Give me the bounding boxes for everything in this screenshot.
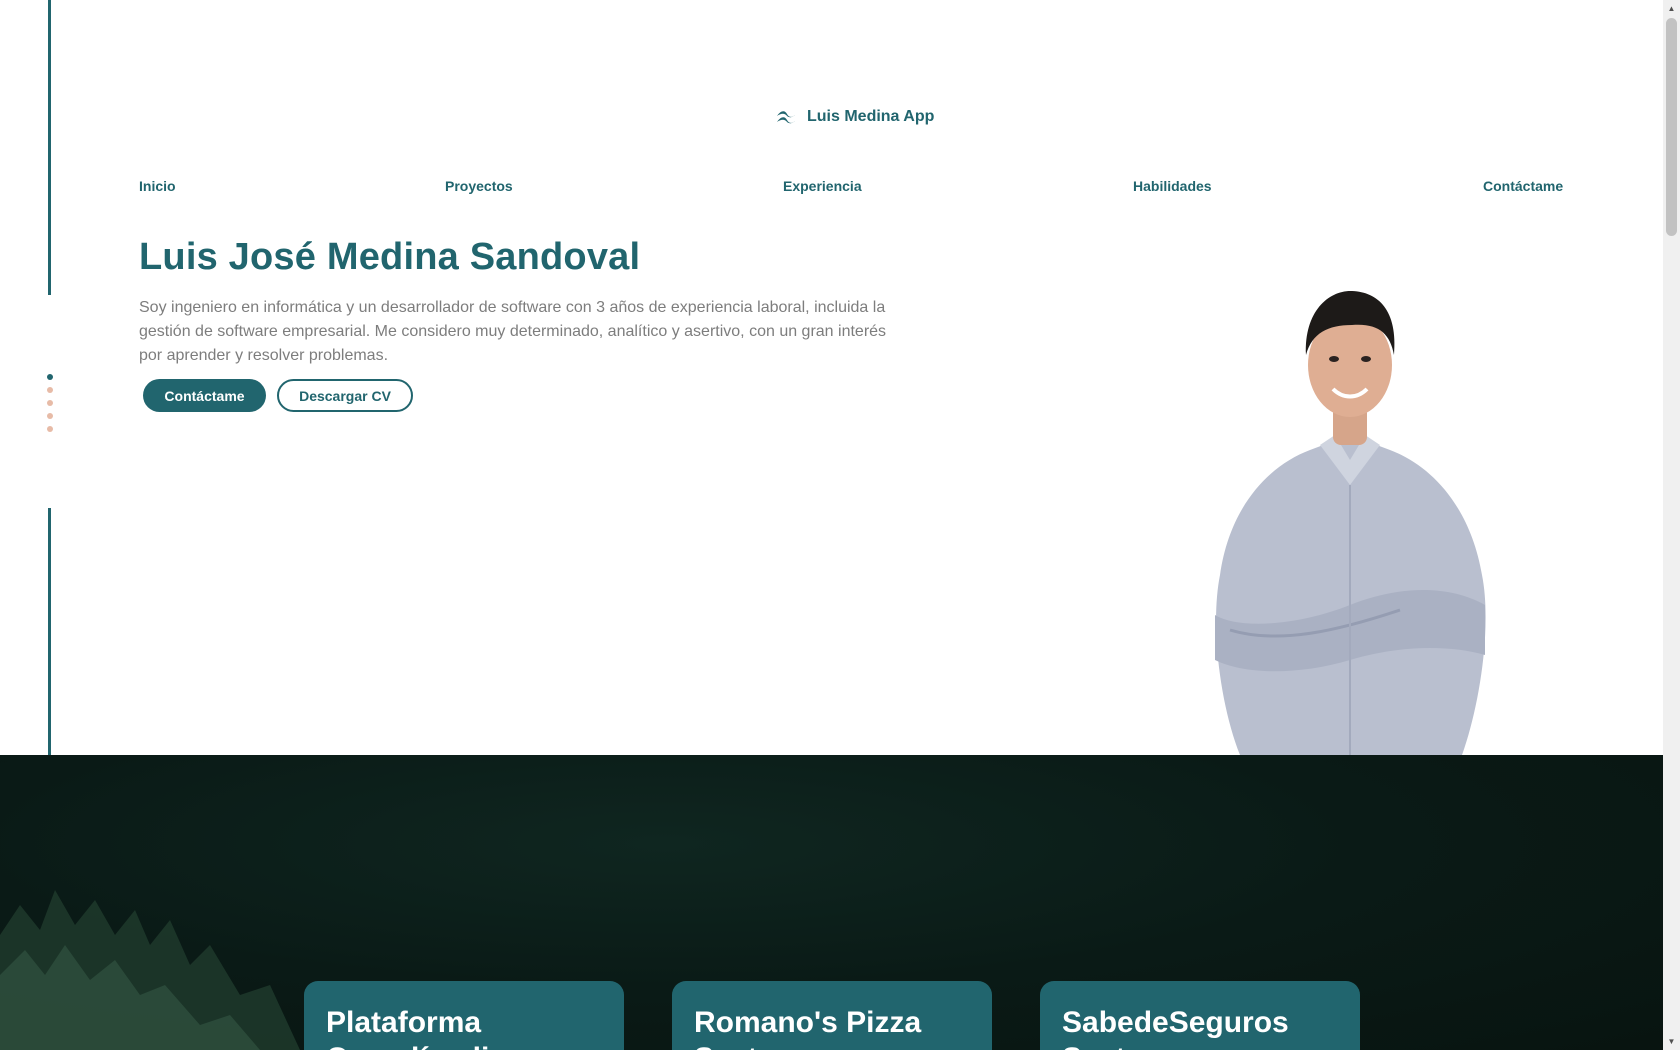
hero-title: Luis José Medina Sandoval <box>139 236 641 278</box>
section-dot[interactable] <box>47 387 53 393</box>
project-card-title: Romano's Pizza System <box>694 1006 922 1050</box>
section-dot[interactable] <box>47 426 53 432</box>
project-card-title: Plataforma Complíandia <box>326 1006 506 1050</box>
side-line-bottom <box>48 508 51 755</box>
forest-background <box>0 890 300 1050</box>
nav-item-inicio[interactable]: Inicio <box>139 178 176 194</box>
tailwind-wave-icon <box>777 111 797 124</box>
section-dot[interactable] <box>47 413 53 419</box>
project-card[interactable]: SabedeSeguros System <box>1040 981 1360 1050</box>
nav-item-habilidades[interactable]: Habilidades <box>1133 178 1212 194</box>
hero-section: Luis Medina App Inicio Proyectos Experie… <box>0 0 1663 755</box>
project-card-title: SabedeSeguros System <box>1062 1006 1289 1050</box>
section-indicator <box>47 374 55 439</box>
profile-photo <box>1215 290 1486 755</box>
scroll-up-icon[interactable]: ▲ <box>1663 0 1680 17</box>
section-dot[interactable] <box>47 400 53 406</box>
page: Luis Medina App Inicio Proyectos Experie… <box>0 0 1663 1050</box>
section-dot[interactable] <box>47 374 53 380</box>
brand-logo[interactable]: Luis Medina App <box>775 108 934 126</box>
nav-item-experiencia[interactable]: Experiencia <box>783 178 862 194</box>
contact-button[interactable]: Contáctame <box>143 379 266 412</box>
scroll-down-icon[interactable]: ▼ <box>1663 1033 1680 1050</box>
scroll-thumb[interactable] <box>1666 18 1677 236</box>
hero-description: Soy ingeniero en informática y un desarr… <box>139 299 887 364</box>
main-nav: Inicio Proyectos Experiencia Habilidades… <box>139 178 1567 198</box>
project-card[interactable]: Romano's Pizza System <box>672 981 992 1050</box>
brand-name: Luis Medina App <box>807 108 935 125</box>
download-cv-button[interactable]: Descargar CV <box>277 379 413 412</box>
nav-item-contactame[interactable]: Contáctame <box>1483 178 1563 194</box>
side-line-top <box>48 0 51 295</box>
projects-section: Plataforma Complíandia Romano's Pizza Sy… <box>0 755 1663 1050</box>
vertical-scrollbar[interactable]: ▲ ▼ <box>1663 0 1680 1050</box>
nav-item-proyectos[interactable]: Proyectos <box>445 178 513 194</box>
project-card[interactable]: Plataforma Complíandia <box>304 981 624 1050</box>
